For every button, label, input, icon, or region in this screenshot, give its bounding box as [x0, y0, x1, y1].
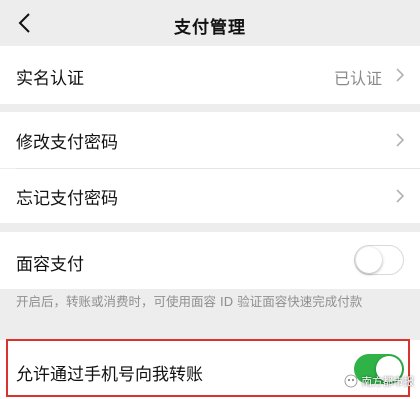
toggle-knob	[356, 246, 382, 273]
forgot-password-row[interactable]: 忘记支付密码	[0, 169, 420, 223]
chevron-right-icon	[396, 189, 405, 203]
face-pay-label: 面容支付	[16, 255, 84, 275]
real-name-label: 实名认证	[16, 69, 84, 89]
phone-transfer-row: 允许通过手机号向我转账	[0, 340, 420, 399]
change-password-row[interactable]: 修改支付密码	[0, 112, 420, 168]
face-pay-toggle[interactable]	[354, 245, 404, 275]
nav-bar: 支付管理	[0, 0, 420, 46]
face-pay-hint: 开启后，转账或消费时，可使用面容 ID 验证面容快速完成付款	[16, 294, 363, 309]
change-password-label: 修改支付密码	[16, 133, 118, 153]
wechat-official-account-icon	[344, 374, 357, 388]
forgot-password-label: 忘记支付密码	[16, 189, 118, 209]
phone-transfer-label: 允许通过手机号向我转账	[16, 365, 203, 385]
watermark: 南方都市报	[344, 372, 415, 390]
watermark-text: 南方都市报	[361, 375, 415, 388]
real-name-status: 已认证	[333, 69, 382, 88]
page-title: 支付管理	[174, 18, 246, 38]
chevron-right-icon	[396, 68, 405, 82]
real-name-row[interactable]: 实名认证 已认证	[0, 46, 420, 104]
chevron-right-icon	[396, 133, 405, 147]
face-pay-row: 面容支付	[0, 232, 420, 289]
